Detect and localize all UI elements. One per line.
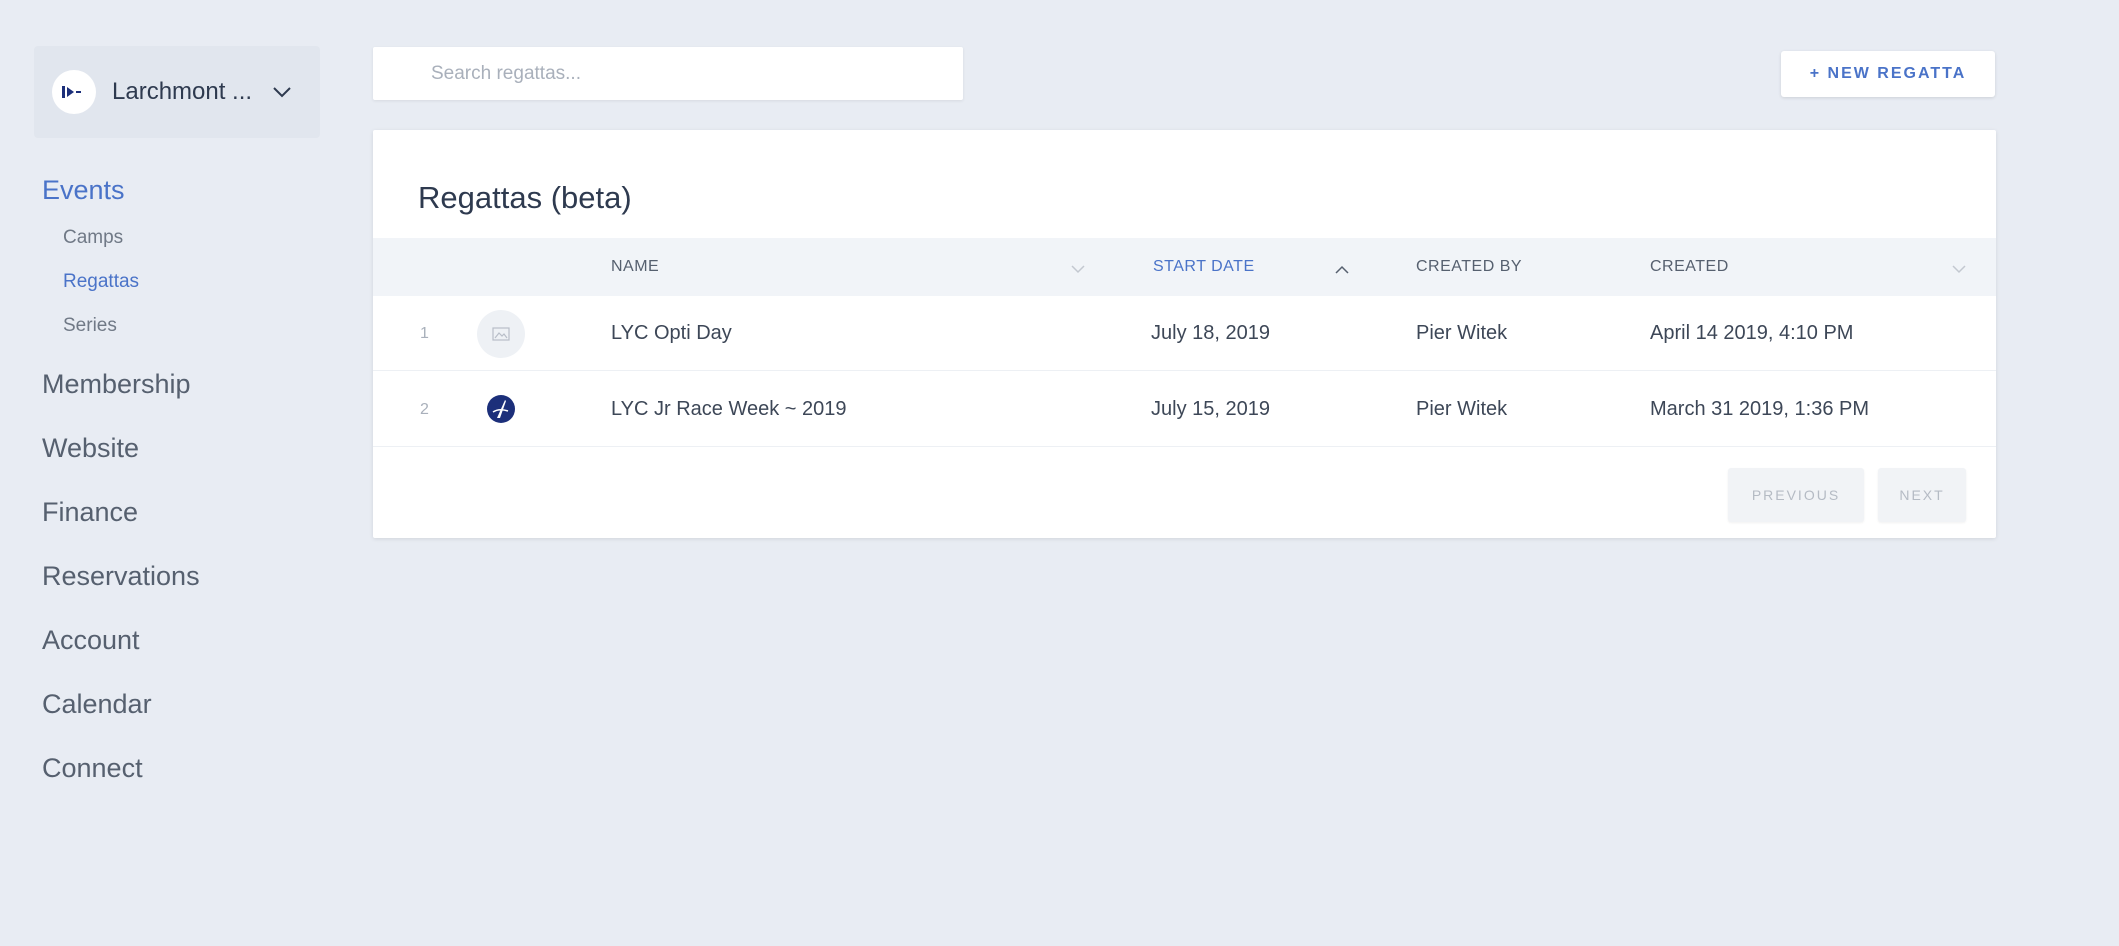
nav-item-website[interactable]: Website xyxy=(42,426,200,490)
regatta-name[interactable]: LYC Opti Day xyxy=(611,296,732,371)
previous-button[interactable]: PREVIOUS xyxy=(1728,468,1864,522)
column-header-created-by[interactable]: CREATED BY xyxy=(1416,238,1522,296)
table-header: NAME START DATE CREATED BY CREATED xyxy=(373,238,1996,296)
created-date: April 14 2019, 4:10 PM xyxy=(1650,322,1854,344)
nav-item-reservations[interactable]: Reservations xyxy=(42,554,200,618)
column-header-created[interactable]: CREATED xyxy=(1650,238,1729,296)
app-root: Larchmont ... Events Camps Regattas Seri… xyxy=(0,0,2119,946)
nav-item-events[interactable]: Events xyxy=(42,168,200,216)
chevron-down-icon[interactable] xyxy=(1952,261,1966,279)
regattas-card: Regattas (beta) NAME START DATE CREATED … xyxy=(373,130,1996,538)
sub-nav-item-camps[interactable]: Camps xyxy=(63,216,200,260)
column-header-name[interactable]: NAME xyxy=(611,238,659,296)
nav-item-calendar[interactable]: Calendar xyxy=(42,682,200,746)
table-row[interactable]: 2 LYC Jr Race Week ~ 2019 July 15, 2019 … xyxy=(373,372,1996,447)
created-by: Pier Witek xyxy=(1416,398,1508,420)
org-name: Larchmont ... xyxy=(112,78,253,105)
club-burgee-logo xyxy=(52,70,96,114)
next-button[interactable]: NEXT xyxy=(1878,468,1966,522)
regatta-logo-icon xyxy=(481,389,521,429)
sub-nav-item-regattas[interactable]: Regattas xyxy=(63,260,200,304)
new-regatta-button[interactable]: + NEW REGATTA xyxy=(1781,51,1995,97)
nav-item-account[interactable]: Account xyxy=(42,618,200,682)
image-placeholder-icon xyxy=(477,310,525,358)
row-index: 2 xyxy=(420,401,429,418)
events-sub-nav: Camps Regattas Series xyxy=(63,216,200,348)
table-row[interactable]: 1 LYC Opti Day July 18, 2019 Pier Witek … xyxy=(373,296,1996,371)
created-date: March 31 2019, 1:36 PM xyxy=(1650,398,1870,420)
search-input[interactable] xyxy=(373,47,963,100)
chevron-down-icon xyxy=(272,86,292,98)
row-index: 1 xyxy=(420,325,429,342)
nav-item-connect[interactable]: Connect xyxy=(42,746,200,810)
start-date: July 15, 2019 xyxy=(1151,398,1270,420)
nav-item-membership[interactable]: Membership xyxy=(42,362,200,426)
chevron-up-icon[interactable] xyxy=(1335,261,1349,279)
start-date: July 18, 2019 xyxy=(1151,322,1270,344)
sub-nav-item-series[interactable]: Series xyxy=(63,304,200,348)
org-switcher[interactable]: Larchmont ... xyxy=(34,46,320,138)
column-header-start-date[interactable]: START DATE xyxy=(1153,238,1255,296)
sidebar-nav: Events Camps Regattas Series Membership … xyxy=(42,168,200,810)
chevron-down-icon[interactable] xyxy=(1071,261,1085,279)
card-title: Regattas (beta) xyxy=(418,180,632,215)
regatta-name[interactable]: LYC Jr Race Week ~ 2019 xyxy=(611,372,847,447)
created-by: Pier Witek xyxy=(1416,322,1508,344)
nav-item-finance[interactable]: Finance xyxy=(42,490,200,554)
